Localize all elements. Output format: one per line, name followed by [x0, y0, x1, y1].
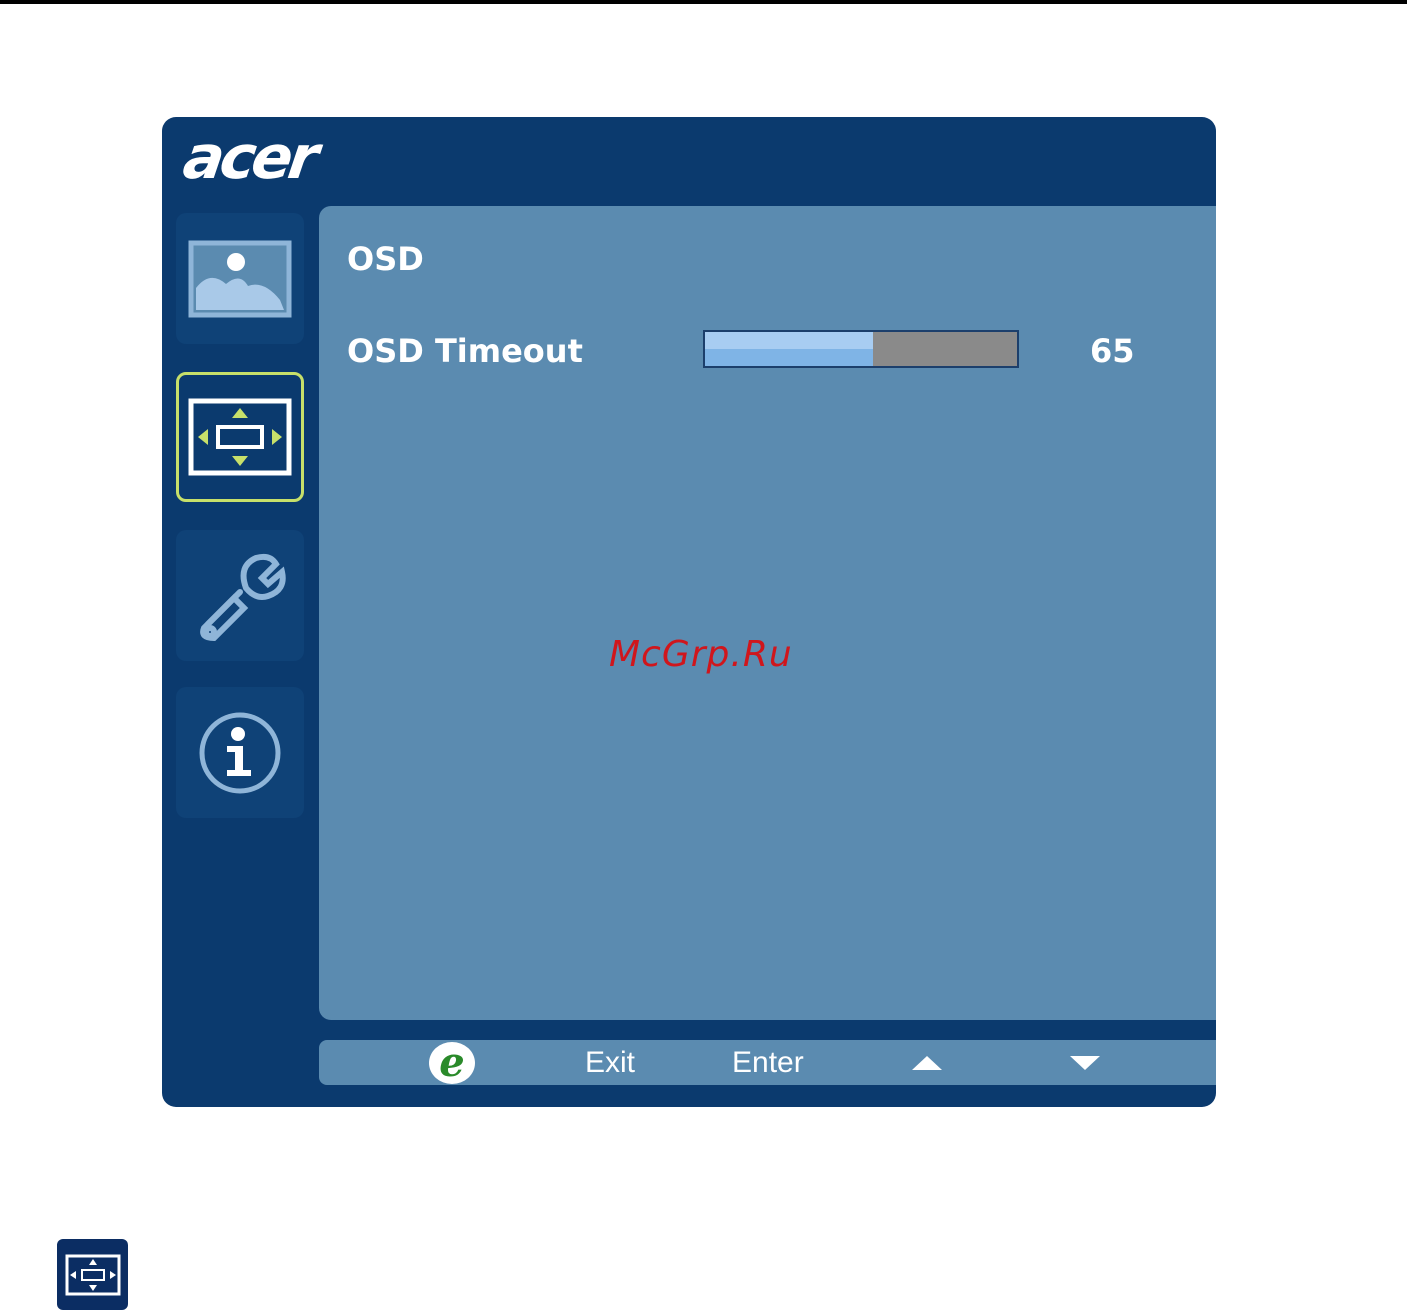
button-bar: e Exit Enter	[319, 1040, 1216, 1085]
exit-label: Exit	[585, 1045, 636, 1079]
e-icon: e	[429, 1041, 475, 1084]
tab-information[interactable]	[176, 687, 304, 818]
osd-timeout-slider[interactable]	[703, 330, 1019, 368]
arrow-up-icon	[912, 1055, 942, 1070]
setting-row-osd-timeout: OSD Timeout 65	[347, 330, 1207, 374]
wrench-icon	[200, 553, 286, 641]
osd-menu-window: acer OSD OSD Timeout 65 McGrp.Ru e Exit …	[162, 117, 1216, 1107]
arrow-down-icon	[1070, 1055, 1100, 1070]
up-button[interactable]	[912, 1040, 942, 1085]
down-button[interactable]	[1070, 1040, 1100, 1085]
osd-position-legend-icon	[57, 1239, 128, 1310]
top-rule	[0, 0, 1407, 4]
tab-picture[interactable]	[176, 213, 304, 344]
info-icon	[199, 712, 281, 793]
slider-fill	[705, 332, 874, 366]
content-panel: OSD OSD Timeout 65 McGrp.Ru	[319, 206, 1216, 1020]
tab-settings[interactable]	[176, 530, 304, 661]
tab-osd[interactable]	[176, 372, 304, 502]
enter-button[interactable]: Enter	[732, 1040, 804, 1085]
watermark: McGrp.Ru	[609, 634, 793, 675]
setting-value: 65	[1090, 332, 1135, 370]
e-button[interactable]: e	[429, 1040, 475, 1085]
enter-label: Enter	[732, 1045, 804, 1079]
setting-label: OSD Timeout	[347, 332, 583, 370]
exit-button[interactable]: Exit	[585, 1040, 635, 1085]
panel-title: OSD	[347, 240, 424, 278]
osd-position-icon	[188, 398, 292, 476]
picture-icon	[188, 240, 292, 317]
acer-logo: acer	[179, 123, 320, 193]
